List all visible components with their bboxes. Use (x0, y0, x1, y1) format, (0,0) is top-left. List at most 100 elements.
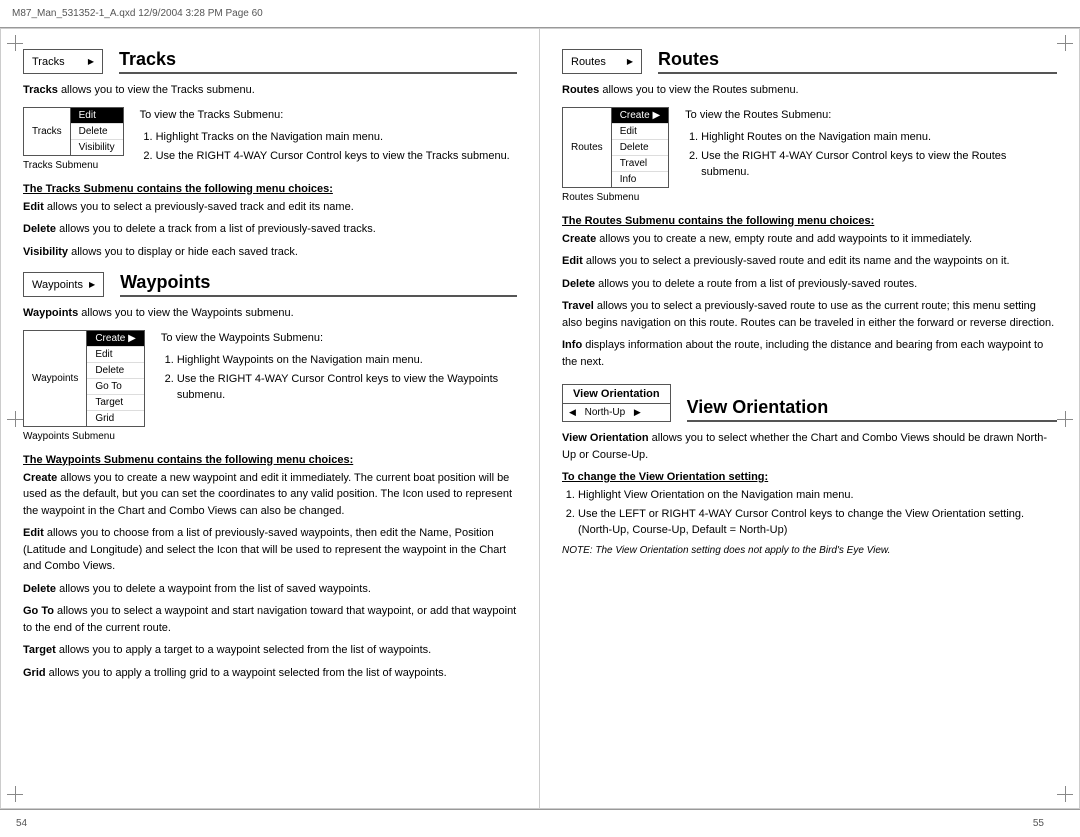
view-orient-step-2: Use the LEFT or RIGHT 4-WAY Cursor Contr… (578, 506, 1057, 539)
routes-submenu-caption: Routes Submenu (562, 192, 639, 203)
routes-submenu-item-3: Travel (612, 156, 668, 172)
routes-to-view-label: To view the Routes Submenu: (685, 107, 1057, 124)
left-page: Tracks ▶ Tracks Tracks allows you to vie… (1, 29, 540, 808)
view-orient-step-1: Highlight View Orientation on the Naviga… (578, 487, 1057, 504)
routes-box-label: Routes (571, 56, 606, 68)
footer-left-page-number: 54 (16, 818, 540, 829)
waypoints-goto-desc: Go To allows you to select a waypoint an… (23, 603, 517, 636)
view-orient-steps: Highlight View Orientation on the Naviga… (578, 487, 1057, 539)
view-orient-change-heading: To change the View Orientation setting: (562, 471, 1057, 483)
routes-steps: Highlight Routes on the Navigation main … (701, 129, 1057, 181)
header-bar: M87_Man_531352-1_A.qxd 12/9/2004 3:28 PM… (0, 0, 1080, 28)
header-text: M87_Man_531352-1_A.qxd 12/9/2004 3:28 PM… (12, 8, 263, 19)
waypoints-step-1: Highlight Waypoints on the Navigation ma… (177, 352, 517, 369)
tracks-submenu-items: Edit Delete Visibility (71, 108, 123, 155)
waypoints-submenu-item-1: Edit (87, 347, 143, 363)
waypoints-submenu-image: Waypoints Create ▶ Edit Delete Go To Tar… (23, 330, 145, 442)
waypoints-section-header: Waypoints ▶ Waypoints (23, 272, 517, 297)
tracks-title: Tracks (119, 49, 517, 74)
tracks-intro: Tracks allows you to view the Tracks sub… (23, 82, 517, 99)
waypoints-title: Waypoints (120, 272, 517, 297)
waypoints-submenu-box: Waypoints Create ▶ Edit Delete Go To Tar… (23, 330, 145, 427)
routes-info-desc: Info displays information about the rout… (562, 337, 1057, 370)
right-page: Routes ▶ Routes Routes allows you to vie… (540, 29, 1079, 808)
routes-submenu-item-4: Info (612, 172, 668, 187)
tracks-submenu-box: Tracks Edit Delete Visibility (23, 107, 124, 156)
routes-submenu-item-2: Delete (612, 140, 668, 156)
waypoints-step-2: Use the RIGHT 4-WAY Cursor Control keys … (177, 371, 517, 404)
tracks-section-header: Tracks ▶ Tracks (23, 49, 517, 74)
routes-submenu-image: Routes Create ▶ Edit Delete Travel Info … (562, 107, 669, 203)
routes-submenu-box-label: Routes (563, 108, 612, 187)
waypoints-submenu-item-0: Create ▶ (87, 331, 143, 347)
waypoints-submenu-items: Create ▶ Edit Delete Go To Target Grid (87, 331, 143, 426)
footer-right-page-number: 55 (540, 818, 1064, 829)
waypoints-intro: Waypoints allows you to view the Waypoin… (23, 305, 517, 322)
tracks-submenu-item-2: Visibility (71, 140, 123, 155)
routes-steps-container: To view the Routes Submenu: Highlight Ro… (685, 107, 1057, 185)
view-orient-intro: View Orientation allows you to select wh… (562, 430, 1057, 463)
routes-delete-desc: Delete allows you to delete a route from… (562, 276, 1057, 293)
view-orient-title: View Orientation (687, 384, 1057, 422)
routes-edit-desc: Edit allows you to select a previously-s… (562, 253, 1057, 270)
tracks-step-1: Highlight Tracks on the Navigation main … (156, 129, 510, 146)
tracks-steps: Highlight Tracks on the Navigation main … (156, 129, 510, 164)
tracks-visibility-desc: Visibility allows you to display or hide… (23, 244, 517, 261)
waypoints-create-desc: Create allows you to create a new waypoi… (23, 470, 517, 520)
routes-submenu-item-1: Edit (612, 124, 668, 140)
tracks-box: Tracks ▶ (23, 49, 103, 74)
tracks-submenu-image: Tracks Edit Delete Visibility Tracks Sub… (23, 107, 124, 171)
tracks-box-label: Tracks (32, 56, 65, 68)
view-orient-note: NOTE: The View Orientation setting does … (562, 545, 1057, 556)
waypoints-submenu-diagram: Waypoints Create ▶ Edit Delete Go To Tar… (23, 330, 517, 442)
waypoints-delete-desc: Delete allows you to delete a waypoint f… (23, 581, 517, 598)
routes-intro: Routes allows you to view the Routes sub… (562, 82, 1057, 99)
waypoints-submenu-item-3: Go To (87, 379, 143, 395)
tracks-box-arrow: ▶ (88, 57, 94, 66)
view-orient-section-header: View Orientation ◀ North-Up ▶ View Orien… (562, 384, 1057, 422)
waypoints-edit-desc: Edit allows you to choose from a list of… (23, 525, 517, 575)
waypoints-target-desc: Target allows you to apply a target to a… (23, 642, 517, 659)
routes-step-1: Highlight Routes on the Navigation main … (701, 129, 1057, 146)
tracks-submenu-box-label: Tracks (24, 108, 71, 155)
tracks-delete-desc: Delete allows you to delete a track from… (23, 221, 517, 238)
routes-create-desc: Create allows you to create a new, empty… (562, 231, 1057, 248)
routes-travel-desc: Travel allows you to select a previously… (562, 298, 1057, 331)
tracks-to-view-label: To view the Tracks Submenu: (140, 107, 510, 124)
view-orient-value: North-Up (580, 407, 630, 418)
routes-submenu-diagram: Routes Create ▶ Edit Delete Travel Info … (562, 107, 1057, 203)
routes-box: Routes ▶ (562, 49, 642, 74)
waypoints-box-arrow: ▶ (89, 280, 95, 289)
routes-submenu-box: Routes Create ▶ Edit Delete Travel Info (562, 107, 669, 188)
waypoints-submenu-item-2: Delete (87, 363, 143, 379)
routes-submenu-contains: The Routes Submenu contains the followin… (562, 215, 1057, 227)
routes-submenu-item-0: Create ▶ (612, 108, 668, 124)
view-orient-arrow-left: ◀ (569, 407, 576, 418)
waypoints-submenu-caption: Waypoints Submenu (23, 431, 115, 442)
waypoints-submenu-box-label: Waypoints (24, 331, 87, 426)
routes-section-header: Routes ▶ Routes (562, 49, 1057, 74)
waypoints-submenu-item-4: Target (87, 395, 143, 411)
routes-submenu-items: Create ▶ Edit Delete Travel Info (612, 108, 668, 187)
tracks-submenu-item-1: Delete (71, 124, 123, 140)
routes-title: Routes (658, 49, 1057, 74)
tracks-edit-desc: Edit allows you to select a previously-s… (23, 199, 517, 216)
view-orient-box: View Orientation ◀ North-Up ▶ (562, 384, 671, 422)
waypoints-submenu-contains: The Waypoints Submenu contains the follo… (23, 454, 517, 466)
waypoints-box: Waypoints ▶ (23, 272, 104, 297)
waypoints-box-label: Waypoints (32, 279, 83, 291)
tracks-submenu-caption: Tracks Submenu (23, 160, 98, 171)
tracks-submenu-item-0: Edit (71, 108, 123, 124)
waypoints-steps: Highlight Waypoints on the Navigation ma… (177, 352, 517, 404)
view-orient-arrow-right: ▶ (634, 407, 641, 418)
waypoints-submenu-item-5: Grid (87, 411, 143, 426)
tracks-submenu-contains: The Tracks Submenu contains the followin… (23, 183, 517, 195)
waypoints-to-view-label: To view the Waypoints Submenu: (161, 330, 517, 347)
tracks-steps-container: To view the Tracks Submenu: Highlight Tr… (140, 107, 510, 169)
view-orient-box-title: View Orientation (563, 385, 670, 404)
footer-bar: 54 55 (0, 809, 1080, 837)
page-container: Tracks ▶ Tracks Tracks allows you to vie… (0, 28, 1080, 809)
routes-box-arrow: ▶ (627, 57, 633, 66)
tracks-step-2: Use the RIGHT 4-WAY Cursor Control keys … (156, 148, 510, 165)
waypoints-grid-desc: Grid allows you to apply a trolling grid… (23, 665, 517, 682)
